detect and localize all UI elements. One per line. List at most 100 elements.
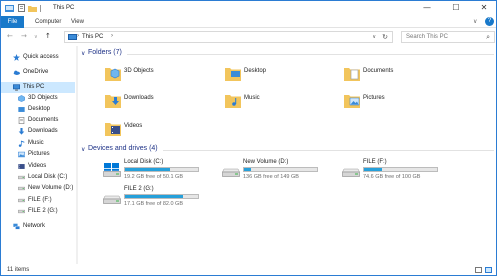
drive-usage-bar: [363, 167, 438, 172]
chevron-down-icon[interactable]: ∨: [81, 50, 85, 57]
sidebar-item-pictures[interactable]: Pictures: [1, 149, 75, 160]
sidebar-item-new-volume-d[interactable]: New Volume (D:): [1, 183, 75, 194]
title-bar: This PC — ☐ ✕: [1, 1, 496, 16]
breadcrumb-this-pc[interactable]: This PC: [82, 34, 103, 40]
sidebar-item-label: This PC: [23, 84, 45, 90]
windows-drive-icon: [103, 163, 121, 177]
sidebar-item-network[interactable]: Network: [1, 221, 75, 232]
sidebar-item-videos[interactable]: Videos: [1, 161, 75, 172]
folder-3d-objects[interactable]: 3D Objects: [105, 64, 225, 86]
folder-videos[interactable]: Videos: [105, 119, 225, 141]
sidebar-item-label: Downloads: [28, 128, 58, 134]
details-view-icon[interactable]: [475, 267, 482, 273]
sidebar-item-music[interactable]: Music: [1, 138, 75, 149]
downloads-icon: [18, 128, 25, 135]
sidebar-item-onedrive[interactable]: OneDrive: [1, 67, 75, 78]
tab-view[interactable]: View: [65, 16, 90, 28]
new-folder-icon[interactable]: [28, 4, 37, 12]
forward-icon[interactable]: →: [21, 32, 27, 40]
recent-locations-icon[interactable]: ∨: [34, 34, 38, 40]
sidebar-item-label: 3D Objects: [28, 95, 58, 101]
drive-free-space: 136 GB free of 149 GB: [243, 174, 299, 180]
content-pane: ∨ Folders (7) 3D Objects Desktop Documen…: [79, 46, 496, 264]
folder-downloads[interactable]: Downloads: [105, 91, 225, 113]
sidebar-item-label: New Volume (D:): [28, 185, 74, 191]
drive-icon: [18, 186, 25, 191]
address-bar[interactable]: › This PC › ∨ ↻: [64, 31, 393, 43]
explorer-window-icon: [5, 5, 14, 12]
folder-pictures[interactable]: Pictures: [344, 91, 464, 113]
tab-file[interactable]: File: [1, 16, 24, 28]
sidebar-item-local-disk-c[interactable]: Local Disk (C:): [1, 172, 75, 183]
minimize-button[interactable]: —: [416, 1, 438, 16]
address-dropdown-icon[interactable]: ∨: [372, 34, 376, 40]
drives-group-header[interactable]: ∨ Devices and drives (4): [79, 145, 496, 156]
documents-icon: [18, 117, 25, 124]
sidebar-item-label: Music: [28, 140, 44, 146]
sidebar-item-label: OneDrive: [23, 69, 49, 75]
maximize-button[interactable]: ☐: [445, 1, 467, 16]
drive-file-f[interactable]: FILE (F:) 74.6 GB free of 100 GB: [342, 159, 462, 185]
sidebar-item-3d-objects[interactable]: 3D Objects: [1, 93, 75, 104]
sidebar-scrollbar[interactable]: [76, 46, 78, 264]
3d-objects-folder-icon: [105, 68, 121, 81]
close-button[interactable]: ✕: [473, 1, 495, 16]
drive-usage-bar: [243, 167, 318, 172]
drives-group-title: Devices and drives (4): [88, 145, 158, 152]
drive-icon: [103, 195, 121, 204]
drive-usage-bar: [124, 167, 199, 172]
ribbon-tabs: File Computer View ∨ ?: [1, 16, 496, 28]
up-icon[interactable]: ↑: [45, 32, 51, 40]
help-icon[interactable]: ?: [485, 17, 494, 26]
folder-label: Videos: [124, 123, 143, 129]
properties-icon[interactable]: [17, 4, 26, 12]
downloads-folder-icon: [105, 95, 121, 108]
folder-label: Pictures: [363, 95, 385, 101]
3d-objects-icon: [18, 95, 25, 102]
sidebar-item-label: Documents: [28, 117, 59, 123]
window-title: This PC: [53, 5, 75, 11]
folder-label: Music: [244, 95, 260, 101]
navigation-pane: Quick access OneDrive This PC 3D Objects…: [1, 46, 75, 264]
search-input[interactable]: Search This PC: [406, 34, 448, 40]
drive-local-disk-c[interactable]: Local Disk (C:) 19.2 GB free of 50.1 GB: [103, 159, 223, 185]
pictures-folder-icon: [344, 95, 360, 108]
navigation-bar: ← → ∨ ↑ › This PC › ∨ ↻ Search This PC ⌕: [1, 28, 496, 46]
ribbon-expand-icon[interactable]: ∨: [473, 18, 477, 25]
sidebar-item-this-pc[interactable]: This PC: [1, 82, 75, 93]
sidebar-item-label: FILE (F:): [28, 197, 52, 203]
chevron-down-icon[interactable]: ∨: [81, 146, 85, 153]
sidebar-item-quick-access[interactable]: Quick access: [1, 52, 75, 63]
tab-computer[interactable]: Computer: [29, 16, 67, 28]
folder-documents[interactable]: Documents: [344, 64, 464, 86]
sidebar-item-file-f[interactable]: FILE (F:): [1, 195, 75, 206]
chevron-right-icon[interactable]: ›: [111, 33, 113, 39]
drive-icon: [18, 175, 25, 180]
large-icons-view-icon[interactable]: [485, 267, 492, 273]
drive-new-volume-d[interactable]: New Volume (D:) 136 GB free of 149 GB: [222, 159, 342, 185]
search-icon: ⌕: [486, 33, 490, 41]
drive-usage-fill: [364, 168, 383, 171]
title-separator: [40, 5, 41, 12]
sidebar-item-documents[interactable]: Documents: [1, 115, 75, 126]
refresh-icon[interactable]: ↻: [382, 33, 388, 41]
drive-free-space: 19.2 GB free of 50.1 GB: [124, 174, 184, 180]
videos-icon: [18, 164, 25, 169]
chevron-right-icon[interactable]: ›: [77, 33, 79, 39]
sidebar-item-file-2-g[interactable]: FILE 2 (G:): [1, 206, 75, 217]
drive-usage-bar: [124, 194, 199, 199]
folder-desktop[interactable]: Desktop: [225, 64, 345, 86]
back-icon[interactable]: ←: [7, 32, 13, 40]
drive-file-2-g[interactable]: FILE 2 (G:) 17.1 GB free of 82.0 GB: [103, 186, 223, 212]
drive-icon: [18, 209, 25, 214]
drive-label: FILE 2 (G:): [124, 186, 154, 192]
network-icon: [13, 223, 20, 230]
star-icon: [13, 54, 20, 61]
sidebar-item-downloads[interactable]: Downloads: [1, 126, 75, 137]
sidebar-item-label: Pictures: [28, 151, 50, 157]
folder-music[interactable]: Music: [225, 91, 345, 113]
folders-group-header[interactable]: ∨ Folders (7): [79, 49, 496, 60]
sidebar-item-desktop[interactable]: Desktop: [1, 104, 75, 115]
search-box[interactable]: Search This PC ⌕: [401, 31, 495, 43]
folders-group-title: Folders (7): [88, 49, 122, 56]
